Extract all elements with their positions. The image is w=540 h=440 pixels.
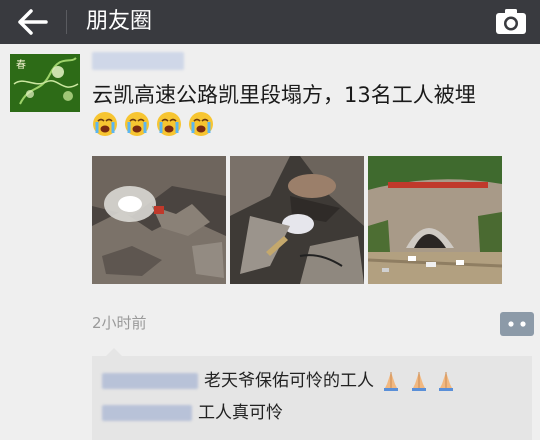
crying-face-icon	[157, 112, 182, 136]
commenter-name-blurred[interactable]	[102, 405, 192, 421]
crying-face-icon	[93, 112, 117, 136]
svg-text:春: 春	[16, 59, 26, 71]
top-bar: 朋友圈	[0, 0, 540, 44]
comment-text: 老天爷保佑可怜的工人	[204, 371, 374, 391]
post-time: 2小时前	[92, 314, 147, 332]
crying-face-icon	[125, 112, 150, 136]
photo-tunnel-site[interactable]	[368, 156, 502, 284]
photo-rescue-1[interactable]	[92, 156, 226, 284]
page-title: 朋友圈	[86, 9, 153, 34]
emoji-row	[92, 111, 215, 139]
comment-text: 工人真可怜	[198, 403, 283, 423]
comments-pointer	[106, 348, 122, 356]
commenter-name-blurred[interactable]	[102, 373, 198, 389]
nickname-blurred[interactable]	[92, 52, 184, 70]
post-text: 云凯高速公路凯里段塌方，13名工人被埋	[92, 83, 476, 107]
folded-hands-icon	[439, 372, 454, 391]
comment-more-icon[interactable]	[500, 312, 534, 336]
folded-hands-icon	[384, 372, 399, 391]
avatar[interactable]: 春	[10, 54, 80, 112]
photo-rescue-2[interactable]	[230, 156, 364, 284]
back-arrow-icon[interactable]	[14, 6, 52, 38]
comments-area: 老天爷保佑可怜的工人 工人真可怜	[92, 348, 532, 440]
crying-face-icon	[189, 112, 214, 136]
camera-icon[interactable]	[494, 6, 528, 36]
divider	[66, 10, 67, 34]
comment-row[interactable]: 老天爷保佑可怜的工人	[102, 368, 456, 394]
folded-hands-icon	[411, 372, 426, 391]
comment-row[interactable]: 工人真可怜	[102, 400, 283, 426]
